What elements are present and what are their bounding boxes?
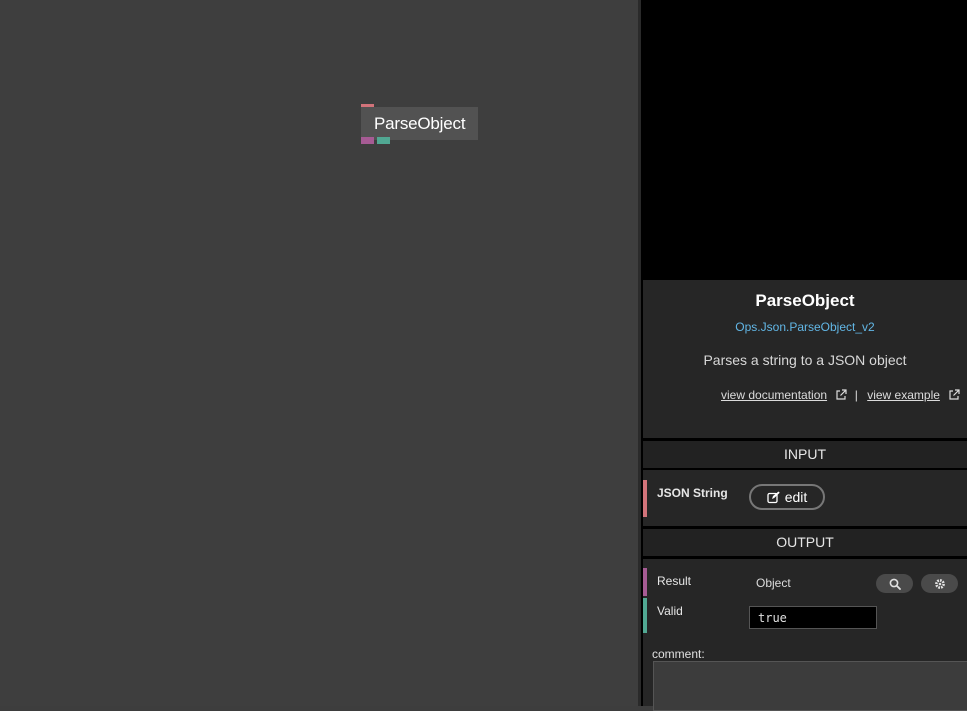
external-link-icon bbox=[836, 389, 848, 400]
op-description: Parses a string to a JSON object bbox=[703, 352, 907, 368]
op-node-parseobject[interactable]: ParseObject bbox=[361, 107, 478, 140]
external-link-icon bbox=[949, 389, 960, 400]
input-section-heading: INPUT bbox=[643, 441, 967, 468]
port-color-bar bbox=[643, 568, 647, 596]
output-ports: Result Object Valid true comment: bbox=[643, 559, 967, 711]
search-icon bbox=[889, 578, 901, 590]
gear-icon bbox=[934, 578, 945, 589]
op-name: ParseObject bbox=[755, 291, 855, 310]
view-example-link[interactable]: view example bbox=[867, 388, 940, 402]
link-separator: | bbox=[854, 388, 858, 402]
port-settings-button[interactable] bbox=[921, 574, 958, 593]
op-node-title: ParseObject bbox=[374, 114, 466, 133]
render-preview[interactable] bbox=[641, 0, 967, 278]
valid-value-field[interactable]: true bbox=[749, 606, 877, 629]
view-documentation-link[interactable]: view documentation bbox=[721, 388, 827, 402]
op-info-header: ParseObject Ops.Json.ParseObject_v2 Pars… bbox=[643, 280, 967, 438]
edit-button[interactable]: edit bbox=[749, 484, 825, 510]
patch-canvas[interactable]: ParseObject bbox=[0, 0, 638, 706]
op-params-panel: ParseObject Ops.Json.ParseObject_v2 Pars… bbox=[641, 278, 967, 711]
port-color-bar bbox=[643, 598, 647, 633]
op-namespace-link[interactable]: Ops.Json.ParseObject_v2 bbox=[605, 320, 967, 334]
output-port-label-result: Result bbox=[657, 574, 692, 588]
port-color-bar bbox=[643, 480, 647, 517]
output-port-label-valid: Valid bbox=[657, 604, 683, 618]
result-value: Object bbox=[756, 576, 791, 590]
input-port-label: JSON String bbox=[657, 486, 728, 500]
input-port-row: JSON String edit bbox=[643, 470, 967, 526]
op-links: view documentation | view example bbox=[721, 388, 960, 402]
comment-label: comment: bbox=[652, 647, 705, 661]
op-port-valid[interactable] bbox=[377, 137, 390, 144]
edit-icon bbox=[767, 491, 780, 503]
comment-textarea[interactable] bbox=[653, 661, 967, 711]
edit-button-label: edit bbox=[784, 489, 808, 505]
output-section-heading: OUTPUT bbox=[643, 529, 967, 556]
inspect-button[interactable] bbox=[876, 574, 913, 593]
op-port-result[interactable] bbox=[361, 137, 374, 144]
